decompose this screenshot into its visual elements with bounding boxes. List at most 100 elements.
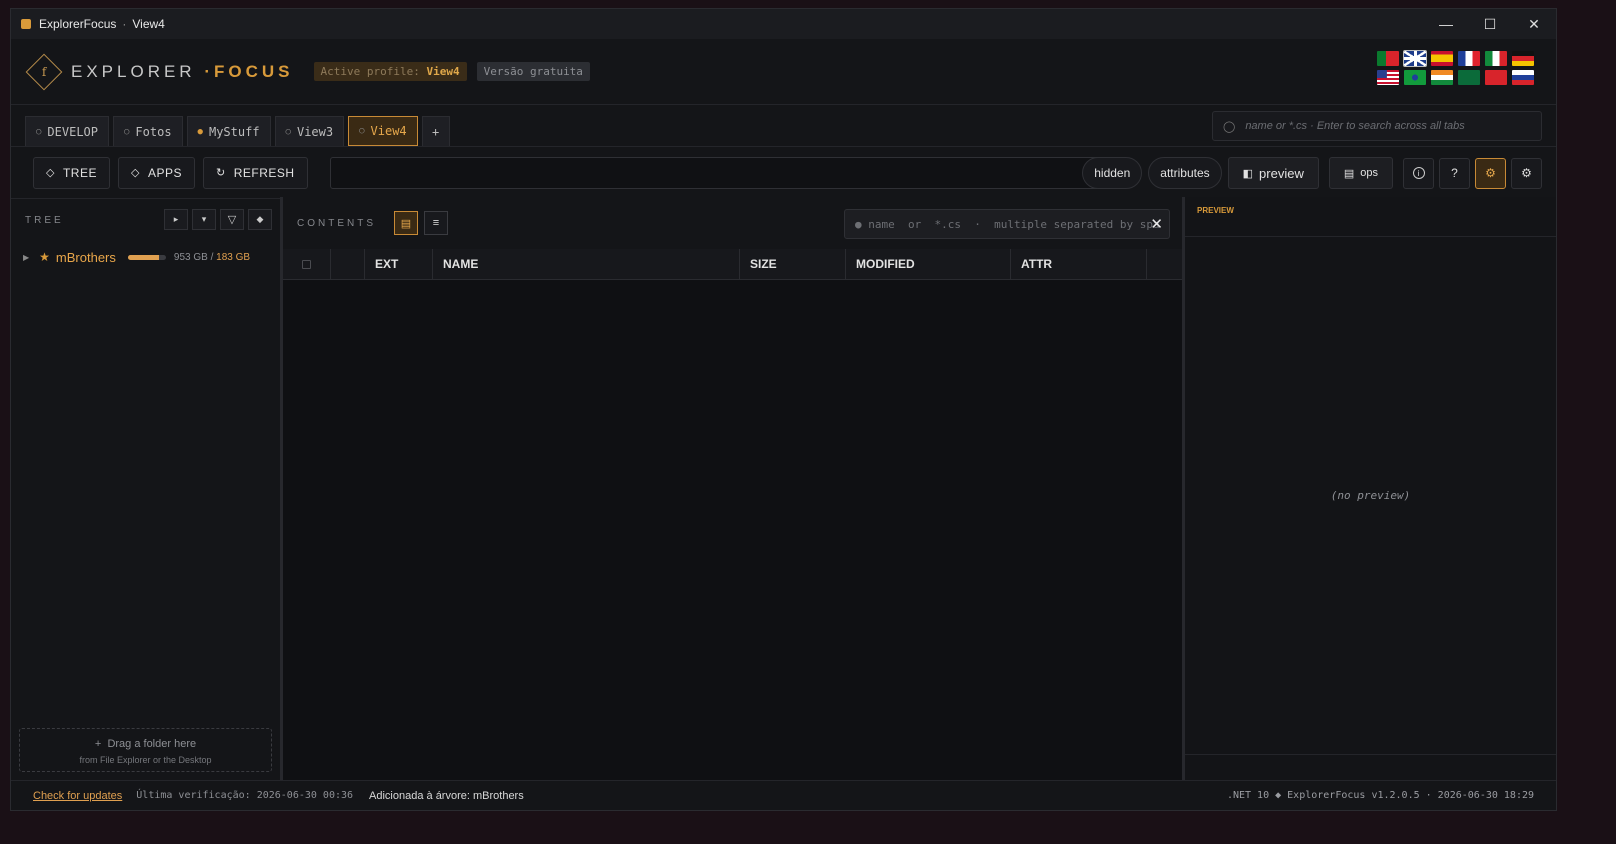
tree-label: TREE xyxy=(25,214,64,226)
tab-view4[interactable]: ○ View4 xyxy=(348,116,418,146)
drop-hint: Drag a folder here xyxy=(107,738,197,750)
help-button[interactable]: ? xyxy=(1439,157,1470,189)
contents-label: CONTENTS xyxy=(297,217,376,229)
usage-bar xyxy=(127,254,166,260)
tab-fotos[interactable]: ○ Fotos xyxy=(113,116,183,146)
main-panes: TREE ▸ ▾ ▽ ◆ ▶ ★ mBrothers 953 GB / 183 … xyxy=(11,197,1556,780)
edition-badge: Versão gratuita xyxy=(476,62,590,81)
apps-button[interactable]: ◇ APPS xyxy=(117,156,195,189)
status-message: Adicionada à árvore: mBrothers xyxy=(369,789,524,802)
globe-icon: ◯ xyxy=(1223,120,1236,133)
tab-view3[interactable]: ○ View3 xyxy=(274,116,345,146)
path-input[interactable] xyxy=(329,156,1100,189)
col-modified[interactable]: MODIFIED xyxy=(846,249,1011,279)
preview-footer xyxy=(1185,754,1556,780)
filter-icon[interactable]: ▽ xyxy=(220,209,244,230)
contents-panel: CONTENTS ▤ ≡ ● name or *.cs · multiple s… xyxy=(283,197,1185,780)
main-toolbar: ◇ TREE ◇ APPS ↻ REFRESH hidden attributes ◧… xyxy=(11,147,1556,199)
tree-item-name: mBrothers xyxy=(55,249,116,265)
settings-gear-icon[interactable]: ⚙ xyxy=(1511,157,1542,189)
title-app: ExplorerFocus xyxy=(39,17,117,31)
app-window: ExplorerFocus · View4 — ☐ ✕ f EXPLORER ·… xyxy=(10,8,1557,811)
minimize-icon[interactable]: — xyxy=(1424,9,1468,39)
language-flags xyxy=(1377,50,1534,85)
info-button[interactable]: i xyxy=(1403,157,1434,189)
tree-header: TREE ▸ ▾ ▽ ◆ xyxy=(11,197,280,243)
star-icon: ★ xyxy=(39,250,50,264)
last-check-text: Última verificação: 2026-06-30 00:36 xyxy=(136,790,354,801)
attributes-toggle[interactable]: attributes xyxy=(1148,157,1222,189)
profile-tabs: ○ DEVELOP ○ Fotos ● MyStuff ○ View3 ○ View4 +… xyxy=(11,105,1556,147)
details-view-icon[interactable]: ▤ xyxy=(394,211,418,235)
check-updates-link[interactable]: Check for updates xyxy=(33,790,122,802)
clipboard-icon: ▤ xyxy=(1343,167,1355,180)
version-info: .NET 10 ◆ ExplorerFocus v1.2.0.5 · 2026-… xyxy=(1226,790,1534,801)
right-tools: hidden attributes ◧ preview ▤ ops i ? ⚙ ⚙ xyxy=(1076,157,1542,189)
app-icon xyxy=(21,19,31,29)
tree-item[interactable]: ▶ ★ mBrothers 953 GB / 183 GB xyxy=(11,243,280,271)
clear-search-icon[interactable]: ✕ xyxy=(1150,215,1163,233)
col-attr[interactable]: ATTR xyxy=(1011,249,1147,279)
diamond-icon: ◇ xyxy=(46,167,55,179)
brand-title: EXPLORER ·FOCUS xyxy=(71,61,294,81)
col-icon xyxy=(331,249,365,279)
flag-sa-icon[interactable] xyxy=(1458,70,1480,85)
preview-toggle[interactable]: ◧ preview xyxy=(1227,157,1319,189)
panel-icon: ◧ xyxy=(1242,167,1254,180)
flag-ru-icon[interactable] xyxy=(1512,70,1534,85)
flag-gb-icon[interactable] xyxy=(1403,50,1427,67)
refresh-icon: ↻ xyxy=(215,167,226,179)
drop-subhint: from File Explorer or the Desktop xyxy=(79,755,212,765)
col-name[interactable]: NAME xyxy=(433,249,740,279)
app-header: f EXPLORER ·FOCUS Active profile: View4 … xyxy=(11,39,1556,105)
flag-it-icon[interactable] xyxy=(1485,51,1507,66)
col-size[interactable]: SIZE xyxy=(740,249,846,279)
flag-es-icon[interactable] xyxy=(1431,51,1453,66)
tab-mystuff[interactable]: ● MyStuff xyxy=(186,116,271,146)
status-bar: Check for updates Última verificação: 20… xyxy=(11,780,1556,810)
plus-icon: + xyxy=(94,738,108,750)
hidden-toggle[interactable]: hidden xyxy=(1082,157,1143,189)
search-icon: ● xyxy=(855,217,869,231)
title-bar: ExplorerFocus · View4 — ☐ ✕ xyxy=(11,9,1556,39)
active-profile-badge: Active profile: View4 xyxy=(313,62,467,81)
flag-de-icon[interactable] xyxy=(1512,51,1534,66)
global-search-input[interactable]: ◯ name or *.cs · Enter to search across … xyxy=(1212,111,1542,141)
flag-pt-icon[interactable] xyxy=(1377,51,1399,66)
table-header: EXT NAME SIZE MODIFIED ATTR xyxy=(283,249,1182,280)
refresh-button[interactable]: ↻ REFRESH xyxy=(202,156,308,189)
flag-fr-icon[interactable] xyxy=(1458,51,1480,66)
expand-icon[interactable]: ▸ xyxy=(164,209,188,230)
maximize-icon[interactable]: ☐ xyxy=(1468,9,1512,39)
title-separator: · xyxy=(122,17,127,31)
no-preview-text: (no preview) xyxy=(1330,489,1411,502)
title-view: View4 xyxy=(132,17,165,31)
tree-panel: TREE ▸ ▾ ▽ ◆ ▶ ★ mBrothers 953 GB / 183 … xyxy=(11,197,283,780)
tree-button[interactable]: ◇ TREE xyxy=(33,156,110,189)
flag-us-icon[interactable] xyxy=(1377,70,1399,85)
theme-gear-icon[interactable]: ⚙ xyxy=(1475,157,1506,189)
tree-controls: ▸ ▾ ▽ ◆ xyxy=(160,209,272,230)
flag-br-icon[interactable] xyxy=(1404,70,1426,85)
drop-zone[interactable]: + Drag a folder here from File Explorer … xyxy=(19,728,272,772)
list-view-icon[interactable]: ≡ xyxy=(424,211,448,235)
add-tab-button[interactable]: + xyxy=(421,116,450,146)
preview-label: PREVIEW xyxy=(1185,197,1556,237)
preview-panel: PREVIEW (no preview) xyxy=(1185,197,1556,780)
contents-header: CONTENTS ▤ ≡ ● name or *.cs · multiple s… xyxy=(283,197,1182,249)
diamond-icon[interactable]: ◆ xyxy=(248,209,272,230)
window-controls: — ☐ ✕ xyxy=(1424,9,1556,39)
select-all-checkbox[interactable] xyxy=(283,249,331,279)
collapse-icon[interactable]: ▾ xyxy=(192,209,216,230)
flag-cn-icon[interactable] xyxy=(1485,70,1507,85)
chevron-right-icon[interactable]: ▶ xyxy=(23,253,29,262)
logo-icon: f xyxy=(25,53,63,90)
close-icon[interactable]: ✕ xyxy=(1512,9,1556,39)
diamond-icon: ◇ xyxy=(130,167,140,179)
tab-develop[interactable]: ○ DEVELOP xyxy=(25,116,109,146)
col-ext[interactable]: EXT xyxy=(365,249,433,279)
flag-in-icon[interactable] xyxy=(1431,70,1453,85)
drive-capacity: 953 GB / 183 GB xyxy=(173,251,251,263)
ops-button[interactable]: ▤ ops xyxy=(1328,157,1393,189)
contents-search-input[interactable]: ● name or *.cs · multiple separated by s… xyxy=(844,209,1170,239)
